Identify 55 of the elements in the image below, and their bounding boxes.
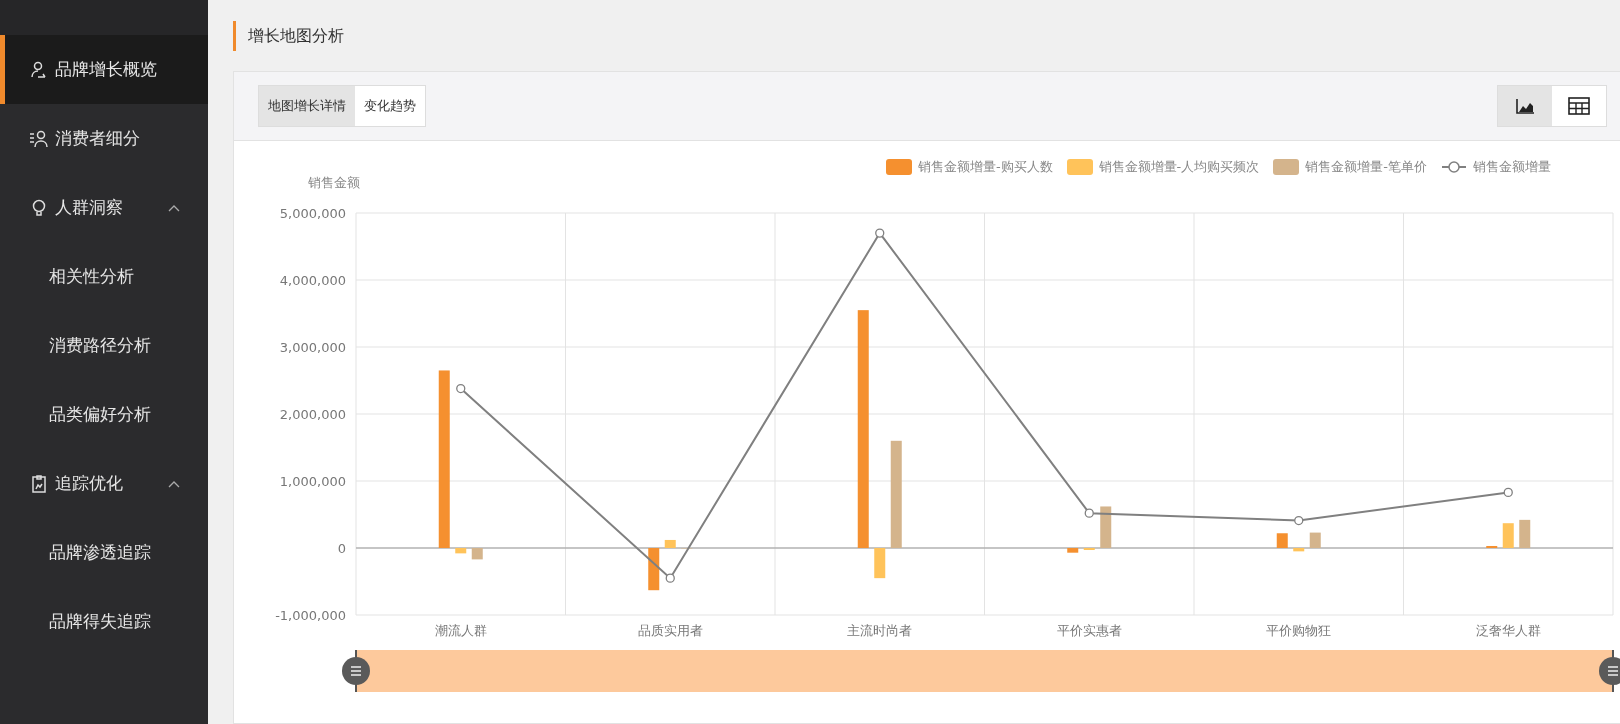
sidebar-subitem[interactable]: 品牌得失追踪 [0, 587, 208, 656]
bar [1502, 523, 1514, 548]
axis-category-label: 平价购物狂 [1266, 623, 1332, 638]
sidebar-item[interactable]: 追踪优化 [0, 449, 208, 518]
sidebar-item[interactable]: 品牌增长概览 [0, 35, 208, 104]
axis-tick-label: 4,000,000 [279, 273, 346, 288]
bar [455, 548, 467, 554]
line-point [1503, 487, 1513, 498]
axis-category-label: 平价实惠者 [1056, 623, 1122, 638]
legend-label[interactable]: 销售金额增量 [1473, 158, 1551, 176]
table-icon [1568, 97, 1590, 115]
bar [1067, 548, 1079, 553]
axis-category-label: 泛奢华人群 [1475, 623, 1541, 638]
legend-label[interactable]: 销售金额增量-人均购买频次 [1098, 158, 1260, 176]
chart-view-button[interactable] [1498, 86, 1552, 126]
axis-tick-label: 1,000,000 [279, 474, 346, 489]
people-icon [29, 128, 49, 149]
line-point [1294, 515, 1304, 526]
axis-tick-label: 0 [337, 541, 346, 556]
axis-tick-label: 2,000,000 [279, 407, 346, 422]
line-point [875, 228, 885, 238]
clipboard-icon [29, 473, 49, 494]
line-point [456, 383, 466, 394]
axis-tick-label: 3,000,000 [279, 340, 346, 355]
sidebar-item[interactable]: 人群洞察 [0, 173, 208, 242]
bar [664, 539, 676, 548]
axis-category-label: 品质实用者 [637, 623, 703, 638]
sidebar-subitem[interactable]: 相关性分析 [0, 242, 208, 311]
axis-title: 销售金额 [308, 175, 360, 190]
legend-label[interactable]: 销售金额增量-购买人数 [917, 158, 1053, 176]
line-point [665, 573, 675, 583]
sidebar-subitem[interactable]: 品类偏好分析 [0, 380, 208, 449]
sidebar-item[interactable]: 消费者细分 [0, 104, 208, 173]
legend-label[interactable]: 销售金额增量-笔单价 [1305, 158, 1427, 176]
sidebar-subitem[interactable]: 品牌渗透追踪 [0, 518, 208, 587]
slider-handle[interactable] [342, 649, 370, 693]
bar [1100, 506, 1112, 548]
bar [648, 548, 660, 591]
axis-category-label: 主流时尚者 [847, 623, 913, 638]
area-chart-icon [1515, 98, 1535, 114]
bar [1293, 548, 1305, 552]
bar [874, 548, 886, 579]
bar [471, 548, 483, 560]
bar [1519, 519, 1531, 548]
axis-tick-label: -1,000,000 [275, 608, 346, 623]
bar [1276, 533, 1288, 548]
slider-handle[interactable] [1599, 649, 1620, 693]
bar [1309, 532, 1321, 548]
axis-category-label: 潮流人群 [434, 623, 487, 638]
person-icon [29, 59, 49, 80]
sidebar-subitem[interactable]: 消费路径分析 [0, 311, 208, 380]
tab[interactable]: 地图增长详情 [259, 86, 355, 126]
axis-tick-label: 5,000,000 [279, 206, 346, 221]
line-point [1084, 508, 1094, 518]
page-title: 增长地图分析 [233, 20, 344, 51]
